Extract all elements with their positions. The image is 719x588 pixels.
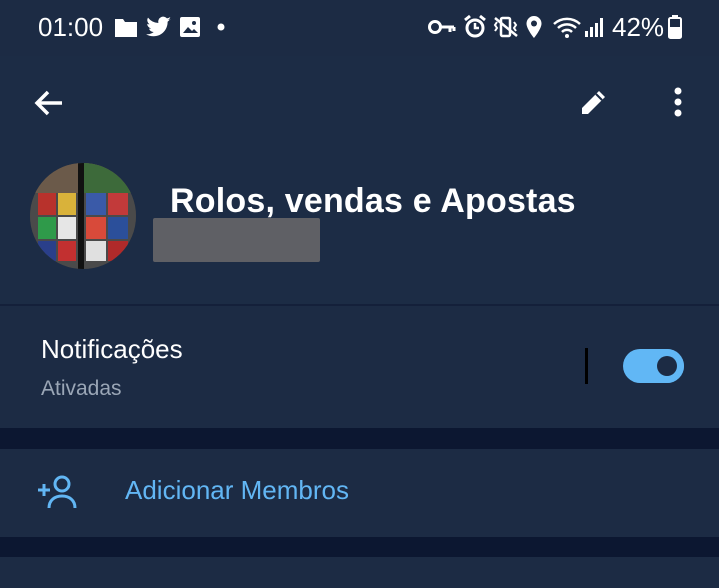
group-avatar[interactable]	[30, 163, 136, 269]
next-row	[0, 557, 719, 588]
redacted-subtitle	[153, 218, 320, 262]
vibrate-icon	[492, 14, 520, 40]
wifi-icon	[552, 14, 582, 40]
notifications-title: Notificações	[41, 334, 183, 364]
add-person-icon	[36, 474, 80, 510]
add-members-row[interactable]	[0, 449, 719, 537]
divider-vertical	[585, 348, 588, 384]
key-icon	[428, 14, 456, 40]
battery-icon	[668, 14, 682, 40]
signal-icon	[584, 14, 606, 40]
alarm-icon	[462, 14, 488, 40]
toggle-knob	[650, 349, 684, 383]
dot-icon	[217, 14, 225, 40]
pencil-icon[interactable]	[578, 86, 610, 118]
battery-percent: 42%	[612, 12, 665, 42]
add-members-label: Adicionar Membros	[125, 475, 349, 505]
notifications-row[interactable]	[0, 306, 719, 428]
folder-icon	[114, 14, 138, 40]
section-separator	[0, 537, 719, 557]
section-separator	[0, 428, 719, 449]
image-icon	[179, 14, 201, 40]
back-arrow-icon[interactable]	[32, 86, 66, 120]
location-icon	[525, 14, 543, 40]
twitter-icon	[146, 14, 172, 40]
more-vertical-icon[interactable]	[668, 86, 688, 120]
notifications-status: Ativadas	[41, 377, 122, 400]
status-time: 01:00	[38, 12, 104, 42]
group-name: Rolos, vendas e Apostas	[170, 182, 576, 220]
